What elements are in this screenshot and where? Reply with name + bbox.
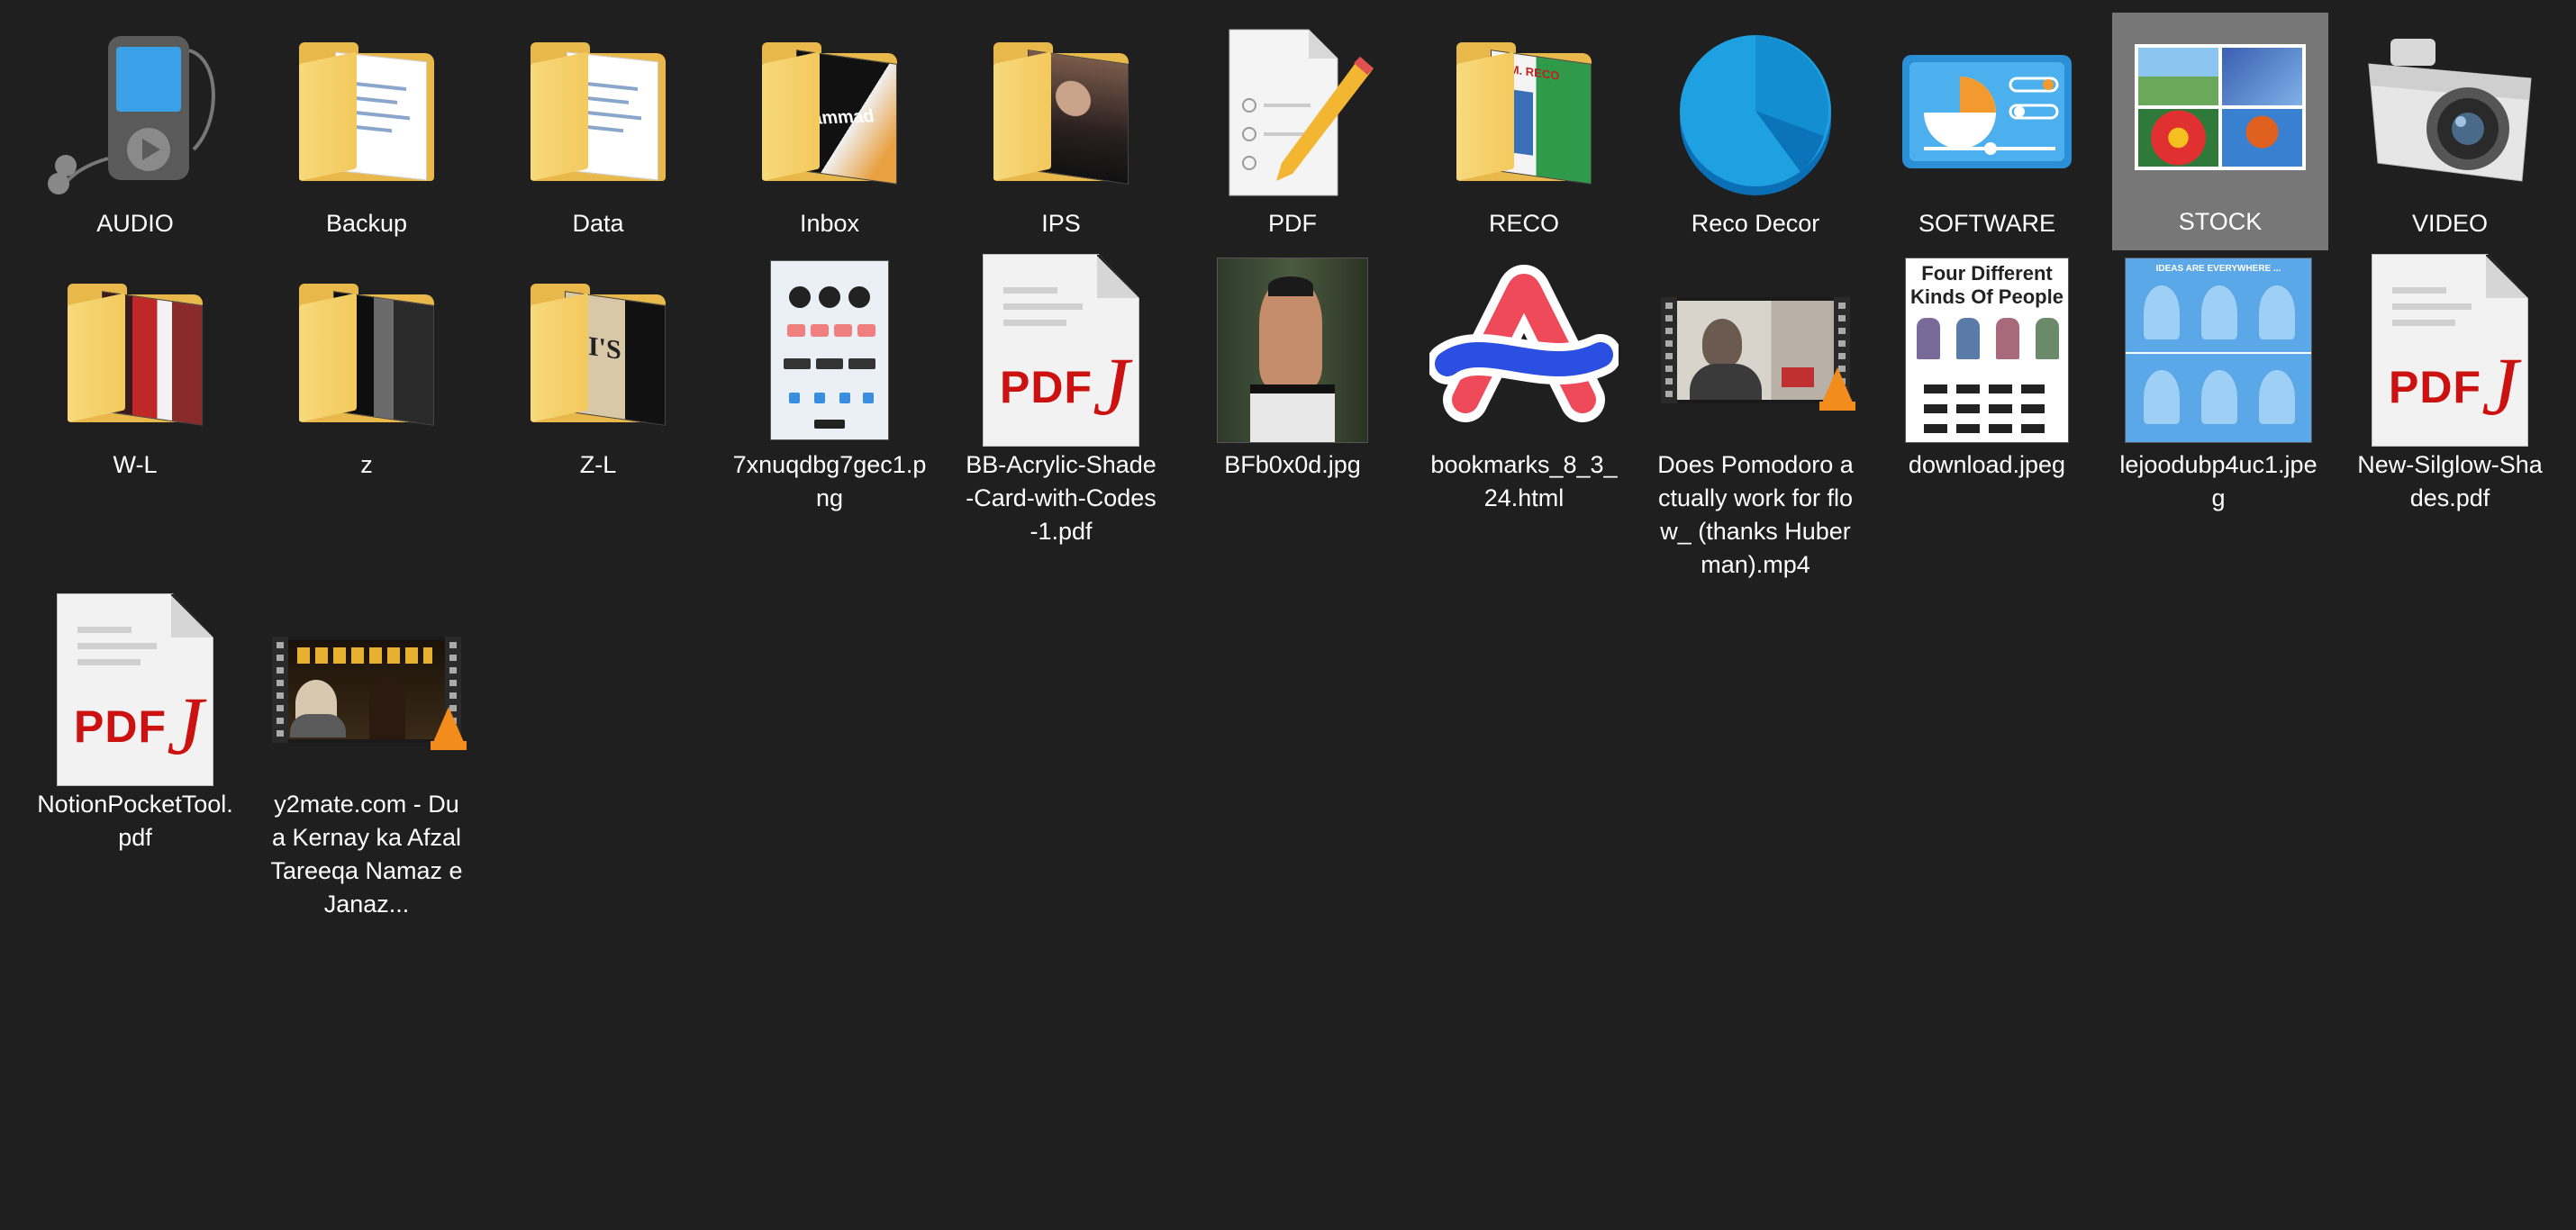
pdf-file-icon: PDF J	[2342, 254, 2558, 447]
pdf-logo-text: PDF	[74, 701, 167, 752]
item-label: lejoodubp4uc1.jpeg	[2119, 451, 2317, 511]
item-label: AUDIO	[96, 210, 174, 237]
desktop-item-ips[interactable]: IPS	[953, 14, 1169, 240]
item-label: SOFTWARE	[1918, 210, 2055, 237]
pdf-file-icon: PDF J	[953, 254, 1169, 447]
pdf-logo-text: PDF	[2389, 362, 2481, 412]
folder-icon	[259, 256, 475, 445]
desktop-item-pdf-folder[interactable]: PDF	[1184, 14, 1401, 240]
item-label: z	[360, 451, 373, 478]
desktop-item-reco[interactable]: G.M. RECO RECO	[1416, 14, 1632, 240]
desktop-item-lejoodubp4uc1[interactable]: IDEAS ARE EVERYWHERE ... lejoodubp4uc1.j…	[2110, 256, 2327, 515]
desktop-item-z-l[interactable]: JI'S Z-L	[490, 256, 706, 482]
item-label: NotionPocketTool.pdf	[37, 791, 233, 851]
item-label: RECO	[1488, 210, 1559, 237]
thumb-title: Four Different Kinds Of People	[1910, 262, 2064, 308]
item-label: W-L	[113, 451, 158, 478]
folder-icon	[490, 14, 706, 203]
item-label: Backup	[325, 210, 408, 237]
item-label: BB-Acrylic-Shade-Card-with-Codes-1.pdf	[966, 451, 1156, 545]
desktop-item-new-silglow[interactable]: PDF J New-Silglow-Shades.pdf	[2342, 254, 2558, 515]
folder-icon	[953, 14, 1169, 203]
desktop-item-notionpockettool[interactable]: PDF J NotionPocketTool.pdf	[27, 593, 243, 855]
desktop-item-z[interactable]: z	[259, 256, 475, 482]
desktop-item-bookmarks[interactable]: bookmarks_8_3_24.html	[1416, 256, 1632, 515]
folder-icon: G.M. RECO	[1416, 14, 1632, 203]
item-label: download.jpeg	[1908, 451, 2066, 478]
desktop-item-video[interactable]: VIDEO	[2342, 14, 2558, 240]
desktop-item-bfb0x0d[interactable]: BFb0x0d.jpg	[1184, 256, 1401, 482]
desktop-item-download[interactable]: Four Different Kinds Of People download.…	[1879, 256, 2095, 482]
item-label: VIDEO	[2411, 210, 2489, 237]
desktop-item-bb-acrylic[interactable]: PDF J BB-Acrylic-Shade-Card-with-Codes-1…	[953, 254, 1169, 548]
folder-icon	[27, 256, 243, 445]
item-label: y2mate.com - Dua Kernay ka Afzal Tareeqa…	[270, 791, 463, 918]
camera-icon	[2342, 14, 2558, 203]
item-label: New-Silglow-Shades.pdf	[2357, 451, 2543, 511]
pie-chart-icon	[1647, 14, 1864, 203]
desktop-icon-grid: AUDIO Backup Data ammad Inbox IPS PDF G.…	[0, 0, 2576, 1230]
fighter-image-icon	[1184, 256, 1401, 445]
desktop-item-data[interactable]: Data	[490, 14, 706, 240]
item-label: BFb0x0d.jpg	[1224, 451, 1361, 478]
desktop-item-reco-decor[interactable]: Reco Decor	[1647, 14, 1864, 240]
thumb-title: IDEAS ARE EVERYWHERE ...	[2155, 264, 2281, 274]
folder-icon: JI'S	[490, 256, 706, 445]
video-file-icon	[1647, 256, 1864, 445]
desktop-item-inbox[interactable]: ammad Inbox	[721, 14, 938, 240]
pdf-file-icon: PDF J	[27, 593, 243, 786]
control-panel-icon	[1879, 14, 2095, 203]
infographic-image-icon: Four Different Kinds Of People	[1879, 256, 2095, 445]
desktop-item-stock[interactable]: STOCK	[2112, 13, 2328, 250]
folder-icon	[259, 14, 475, 203]
pdf-logo-text: PDF	[1000, 362, 1093, 412]
desktop-item-7xnuqdbg7gec1[interactable]: 7xnuqdbg7gec1.png	[721, 256, 938, 515]
arc-browser-icon	[1416, 256, 1632, 445]
desktop-item-backup[interactable]: Backup	[259, 14, 475, 240]
folder-thumb-text: ammad	[810, 106, 876, 129]
item-label: Inbox	[799, 210, 860, 237]
desktop-item-audio[interactable]: AUDIO	[27, 14, 243, 240]
audio-player-icon	[27, 14, 243, 203]
desktop-item-w-l[interactable]: W-L	[27, 256, 243, 482]
desktop-item-pomodoro[interactable]: Does Pomodoro actually work for flow_ (t…	[1647, 256, 1864, 582]
video-file-icon	[259, 595, 475, 784]
item-label: bookmarks_8_3_24.html	[1430, 451, 1618, 511]
item-label: Z-L	[579, 451, 617, 478]
item-label: 7xnuqdbg7gec1.png	[732, 451, 927, 511]
desktop-item-y2mate[interactable]: y2mate.com - Dua Kernay ka Afzal Tareeqa…	[259, 595, 475, 921]
desktop-item-software[interactable]: SOFTWARE	[1879, 14, 2095, 240]
document-pencil-icon	[1184, 14, 1401, 203]
item-label: IPS	[1041, 210, 1081, 237]
flowchart-image-icon	[721, 256, 938, 445]
folder-icon: ammad	[721, 14, 938, 203]
item-label: PDF	[1268, 210, 1317, 237]
item-label: STOCK	[2178, 208, 2263, 235]
item-label: Reco Decor	[1691, 210, 1820, 237]
item-label: Does Pomodoro actually work for flow_ (t…	[1657, 451, 1854, 578]
item-label: Data	[572, 210, 624, 237]
infographic-image-icon: IDEAS ARE EVERYWHERE ...	[2110, 256, 2327, 445]
picture-collage-icon	[2112, 13, 2328, 202]
